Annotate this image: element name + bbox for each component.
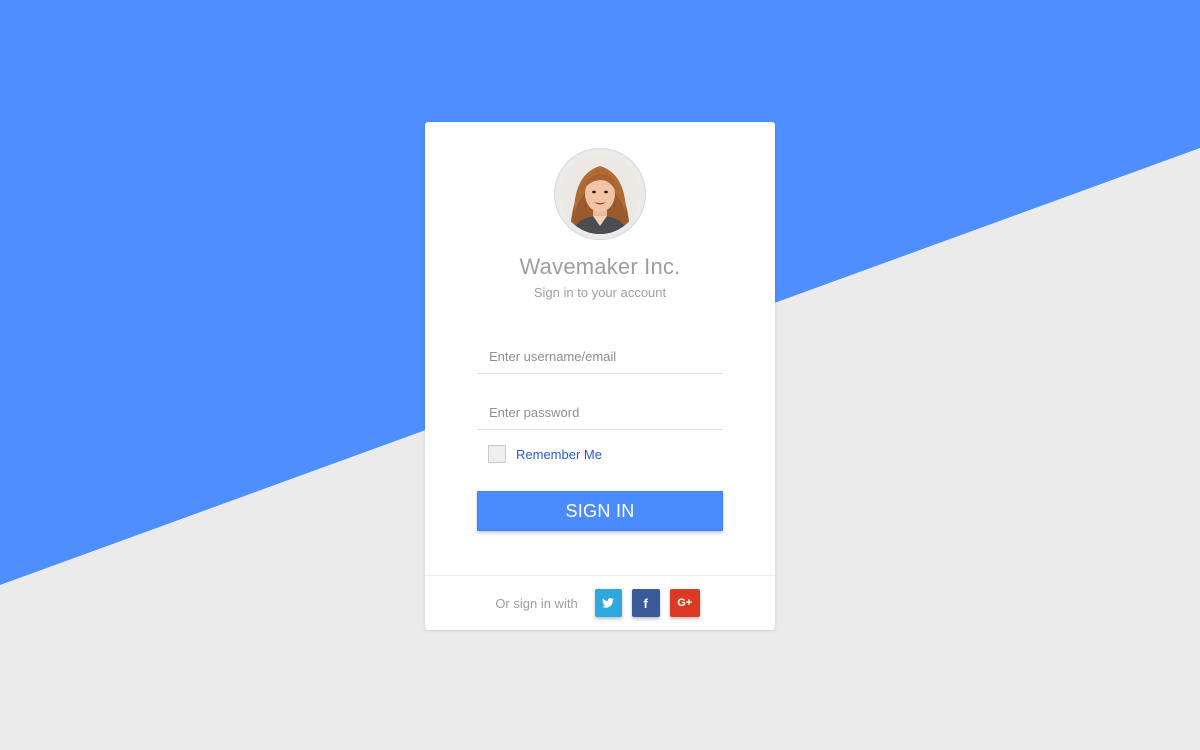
facebook-button[interactable]: f bbox=[631, 589, 660, 617]
social-sign-in: Or sign in with f G+ bbox=[425, 576, 775, 630]
login-card: Wavemaker Inc. Sign in to your account R… bbox=[425, 122, 775, 630]
remember-me-label[interactable]: Remember Me bbox=[516, 447, 602, 462]
twitter-icon bbox=[602, 598, 615, 608]
twitter-button[interactable] bbox=[594, 589, 622, 617]
remember-me-checkbox[interactable] bbox=[488, 445, 506, 463]
sign-in-button[interactable]: SIGN IN bbox=[477, 491, 723, 531]
social-sign-in-label: Or sign in with bbox=[495, 595, 578, 611]
user-photo bbox=[560, 154, 640, 234]
brand-subtitle: Sign in to your account bbox=[533, 285, 667, 300]
remember-me[interactable]: Remember Me bbox=[488, 444, 602, 464]
brand-title: Wavemaker Inc. bbox=[519, 254, 681, 279]
username-field[interactable] bbox=[477, 340, 723, 374]
avatar bbox=[554, 148, 646, 240]
facebook-icon: f bbox=[643, 595, 648, 611]
password-field[interactable] bbox=[477, 396, 723, 430]
google-plus-icon: G+ bbox=[677, 597, 693, 609]
google-plus-button[interactable]: G+ bbox=[669, 589, 700, 617]
